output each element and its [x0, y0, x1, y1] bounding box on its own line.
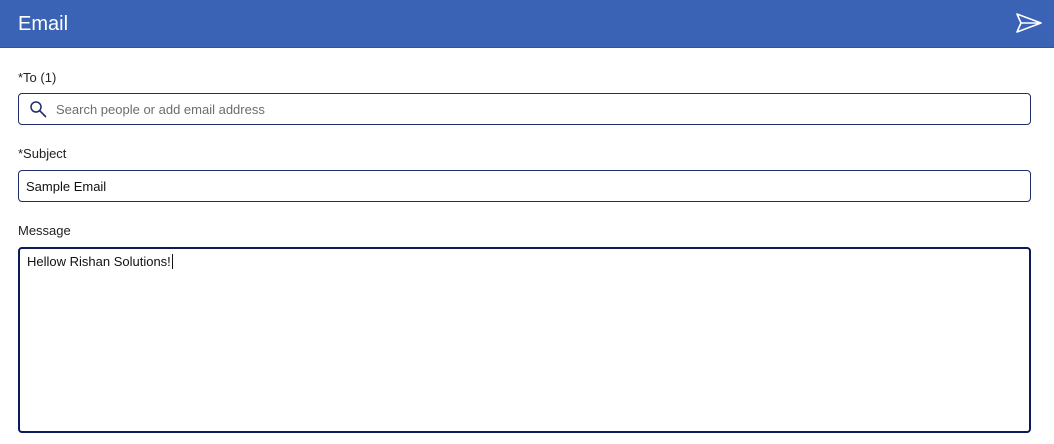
subject-input[interactable] [26, 171, 1016, 201]
send-button[interactable] [1014, 9, 1044, 37]
app-header: Email [0, 0, 1054, 48]
search-icon [30, 101, 47, 118]
message-content: Hellow Rishan Solutions! [27, 254, 173, 270]
page-title: Email [18, 13, 69, 35]
to-label: *To (1) [18, 70, 57, 85]
message-label: Message [18, 223, 71, 238]
message-textarea[interactable]: Hellow Rishan Solutions! [18, 247, 1031, 433]
text-caret [171, 254, 173, 269]
send-icon [1016, 13, 1042, 33]
subject-label: *Subject [18, 146, 67, 161]
to-search-input[interactable] [56, 94, 1016, 124]
subject-field[interactable] [18, 170, 1031, 202]
message-value: Hellow Rishan Solutions! [27, 254, 171, 269]
to-field[interactable] [18, 93, 1031, 125]
